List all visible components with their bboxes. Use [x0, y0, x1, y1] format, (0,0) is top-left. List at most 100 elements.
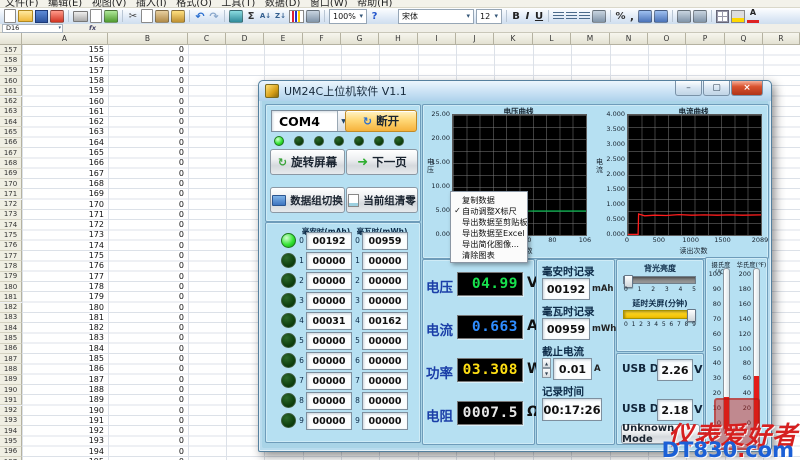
cell-B190[interactable]: 0 — [110, 385, 184, 395]
cell-A158[interactable]: 156 — [24, 55, 104, 65]
com-port-select[interactable]: COM4 ▼ — [271, 110, 350, 132]
cell-B189[interactable]: 0 — [110, 375, 184, 385]
cell-B181[interactable]: 0 — [110, 292, 184, 302]
copy-icon[interactable] — [141, 9, 153, 23]
cell-B188[interactable]: 0 — [110, 364, 184, 374]
cell-B175[interactable]: 0 — [110, 230, 184, 240]
column-header-Q[interactable]: Q — [725, 33, 763, 45]
cell-A187[interactable]: 185 — [24, 354, 104, 364]
cell-B174[interactable]: 0 — [110, 220, 184, 230]
percent-icon[interactable]: % — [615, 11, 626, 22]
decrease-decimal-icon[interactable] — [654, 10, 668, 23]
cell-A189[interactable]: 187 — [24, 375, 104, 385]
cell-B158[interactable]: 0 — [110, 55, 184, 65]
row-header-157[interactable]: 157 — [0, 45, 22, 55]
screen-off-slider[interactable] — [623, 310, 696, 319]
cell-B177[interactable]: 0 — [110, 251, 184, 261]
row-header-170[interactable]: 170 — [0, 179, 22, 189]
column-header-I[interactable]: I — [418, 33, 456, 45]
cell-A168[interactable]: 166 — [24, 158, 104, 168]
paste-icon[interactable] — [155, 10, 169, 23]
cell-B182[interactable]: 0 — [110, 303, 184, 313]
row-header-181[interactable]: 181 — [0, 292, 22, 302]
cell-A193[interactable]: 191 — [24, 416, 104, 426]
cell-B163[interactable]: 0 — [110, 107, 184, 117]
cell-A183[interactable]: 181 — [24, 313, 104, 323]
align-left-icon[interactable] — [553, 12, 564, 21]
cell-A178[interactable]: 176 — [24, 261, 104, 271]
cell-A167[interactable]: 165 — [24, 148, 104, 158]
row-header-163[interactable]: 163 — [0, 107, 22, 117]
cell-A196[interactable]: 194 — [24, 447, 104, 457]
bold-icon[interactable]: B — [511, 11, 521, 22]
undo-icon[interactable]: ↶ — [194, 10, 206, 23]
font-color-icon[interactable]: A — [747, 9, 759, 23]
open-folder-icon[interactable] — [18, 10, 33, 22]
row-header-196[interactable]: 196 — [0, 447, 22, 457]
context-menu-item[interactable]: 导出数据至剪贴板 — [451, 216, 527, 227]
sort-ascending-icon[interactable]: A↓ — [259, 12, 272, 20]
cell-A179[interactable]: 177 — [24, 272, 104, 282]
merge-center-icon[interactable] — [592, 10, 606, 23]
column-header-K[interactable]: K — [494, 33, 533, 45]
row-header-179[interactable]: 179 — [0, 272, 22, 282]
comma-icon[interactable]: , — [628, 10, 636, 23]
cell-A170[interactable]: 168 — [24, 179, 104, 189]
column-header-F[interactable]: F — [303, 33, 341, 45]
insert-hyperlink-icon[interactable] — [229, 10, 243, 23]
row-header-158[interactable]: 158 — [0, 55, 22, 65]
row-header-190[interactable]: 190 — [0, 385, 22, 395]
cell-B192[interactable]: 0 — [110, 406, 184, 416]
cell-B172[interactable]: 0 — [110, 200, 184, 210]
cell-B180[interactable]: 0 — [110, 282, 184, 292]
redo-icon[interactable]: ↷ — [208, 10, 220, 23]
cell-A177[interactable]: 175 — [24, 251, 104, 261]
column-header-L[interactable]: L — [533, 33, 571, 45]
cutoff-current-value[interactable]: 0.01 — [553, 358, 592, 380]
column-header-D[interactable]: D — [226, 33, 264, 45]
cell-A159[interactable]: 157 — [24, 66, 104, 76]
cell-B185[interactable]: 0 — [110, 333, 184, 343]
cell-B183[interactable]: 0 — [110, 313, 184, 323]
excel-menu-bar[interactable]: 文件(F) 编辑(E) 视图(V) 插入(I) 格式(O) 工具(T) 数据(D… — [0, 0, 800, 8]
align-center-icon[interactable] — [566, 12, 577, 21]
row-header-193[interactable]: 193 — [0, 416, 22, 426]
format-painter-icon[interactable] — [171, 10, 185, 23]
print-preview-icon[interactable] — [90, 9, 102, 23]
autosum-icon[interactable]: Σ — [245, 11, 257, 22]
cell-A194[interactable]: 192 — [24, 426, 104, 436]
excel-toolbar[interactable]: ✂↶↷ΣA↓Z↓100%?宋体12BIU%,A — [0, 8, 800, 25]
column-header-E[interactable]: E — [264, 33, 303, 45]
cell-B196[interactable]: 0 — [110, 447, 184, 457]
cell-B194[interactable]: 0 — [110, 426, 184, 436]
column-header-J[interactable]: J — [456, 33, 494, 45]
stepper-up-icon[interactable]: ▲ — [542, 358, 551, 368]
fx-icon[interactable]: fx — [89, 24, 96, 32]
cell-B159[interactable]: 0 — [110, 66, 184, 76]
cell-B178[interactable]: 0 — [110, 261, 184, 271]
column-header-B[interactable]: B — [108, 33, 188, 45]
row-header-164[interactable]: 164 — [0, 117, 22, 127]
cell-B157[interactable]: 0 — [110, 45, 184, 55]
cell-A191[interactable]: 189 — [24, 395, 104, 405]
cell-B171[interactable]: 0 — [110, 189, 184, 199]
row-header-161[interactable]: 161 — [0, 86, 22, 96]
column-header-P[interactable]: P — [686, 33, 725, 45]
row-header-191[interactable]: 191 — [0, 395, 22, 405]
cell-B160[interactable]: 0 — [110, 76, 184, 86]
cell-A195[interactable]: 193 — [24, 436, 104, 446]
cell-B176[interactable]: 0 — [110, 241, 184, 251]
minimize-button[interactable]: – — [675, 81, 702, 96]
borders-icon[interactable] — [716, 10, 729, 23]
underline-icon[interactable]: U — [534, 11, 544, 22]
row-header-177[interactable]: 177 — [0, 251, 22, 261]
select-all-corner[interactable] — [0, 33, 22, 45]
row-header-182[interactable]: 182 — [0, 303, 22, 313]
name-box[interactable]: D16 — [2, 24, 63, 33]
font-size-select[interactable]: 12 — [476, 9, 502, 24]
cell-A185[interactable]: 183 — [24, 333, 104, 343]
cell-B169[interactable]: 0 — [110, 169, 184, 179]
column-header-C[interactable]: C — [188, 33, 226, 45]
cell-B187[interactable]: 0 — [110, 354, 184, 364]
title-bar[interactable]: UM24C上位机软件 V1.1 – ▢ × — [259, 81, 771, 101]
